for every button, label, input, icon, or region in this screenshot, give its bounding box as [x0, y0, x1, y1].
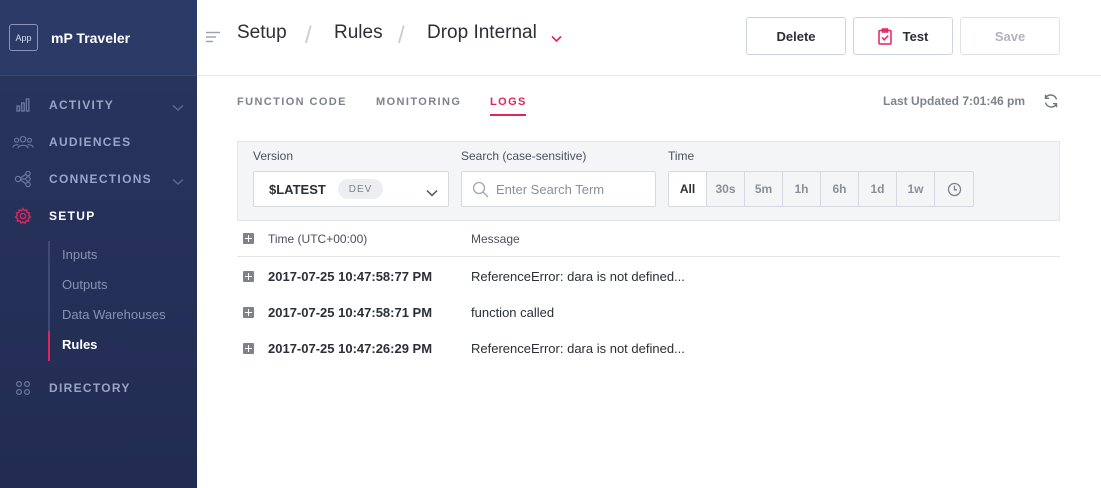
search-box	[461, 171, 656, 207]
nav-item-audiences[interactable]: AUDIENCES	[0, 130, 197, 154]
active-tab-indicator	[490, 114, 526, 116]
version-value: $LATEST	[269, 182, 326, 197]
chevron-down-icon[interactable]	[551, 30, 562, 48]
column-header-time: Time (UTC+00:00)	[268, 232, 368, 246]
log-message: ReferenceError: dara is not defined...	[471, 341, 685, 356]
version-label: Version	[253, 149, 294, 163]
expand-all-icon[interactable]	[243, 233, 254, 244]
log-message: function called	[471, 305, 555, 320]
test-button[interactable]: Test	[853, 17, 953, 55]
nav-item-activity[interactable]: ACTIVITY	[0, 93, 197, 117]
expand-row-icon[interactable]	[243, 307, 254, 318]
table-header-divider	[237, 256, 1060, 257]
chevron-down-icon	[172, 99, 184, 117]
breadcrumb-current-rule[interactable]: Drop Internal	[427, 22, 537, 44]
subnav-item-rules[interactable]: Rules	[62, 337, 97, 352]
log-time: 2017-07-25 10:47:58:71 PM	[268, 305, 433, 320]
log-time: 2017-07-25 10:47:58:77 PM	[268, 269, 433, 284]
nav-label: AUDIENCES	[49, 135, 132, 149]
version-select[interactable]: $LATEST DEV	[253, 171, 449, 207]
column-header-message: Message	[471, 232, 520, 246]
nav-item-connections[interactable]: CONNECTIONS	[0, 167, 197, 191]
log-time: 2017-07-25 10:47:26:29 PM	[268, 341, 433, 356]
people-icon	[12, 132, 34, 152]
search-label: Search (case-sensitive)	[461, 149, 587, 163]
breadcrumb-setup[interactable]: Setup	[237, 22, 287, 44]
app-switcher[interactable]: App mP Traveler	[0, 0, 197, 76]
search-input[interactable]	[496, 180, 651, 198]
app-badge: App	[9, 24, 38, 51]
clock-icon	[947, 182, 962, 197]
custom-time-button[interactable]	[935, 172, 973, 206]
tab-monitoring[interactable]: MONITORING	[376, 96, 461, 108]
breadcrumb-rules[interactable]: Rules	[334, 22, 383, 44]
environment-badge: DEV	[338, 179, 383, 199]
chevron-down-icon	[172, 173, 184, 191]
nav-label: DIRECTORY	[49, 381, 131, 395]
tab-function-code[interactable]: FUNCTION CODE	[237, 96, 347, 108]
time-option-all[interactable]: All	[669, 172, 707, 206]
chevron-down-icon	[426, 184, 438, 202]
subnav-active-indicator	[48, 331, 50, 361]
time-option-1h[interactable]: 1h	[783, 172, 821, 206]
clipboard-check-icon	[877, 27, 892, 45]
menu-icon[interactable]	[205, 30, 221, 48]
nav-label: ACTIVITY	[49, 98, 115, 112]
search-icon	[472, 181, 489, 203]
test-button-label: Test	[902, 28, 929, 44]
expand-row-icon[interactable]	[243, 271, 254, 282]
nav-item-directory[interactable]: DIRECTORY	[0, 376, 197, 400]
save-button[interactable]: Save	[960, 17, 1060, 55]
grid-icon	[12, 378, 34, 398]
delete-button[interactable]: Delete	[746, 17, 846, 55]
time-option-30s[interactable]: 30s	[707, 172, 745, 206]
sidebar: App mP Traveler ACTIVITY AUDIENCES CONNE…	[0, 0, 197, 488]
subnav-item-outputs[interactable]: Outputs	[62, 277, 108, 292]
time-range-selector: All 30s 5m 1h 6h 1d 1w	[668, 171, 974, 207]
last-updated-text: Last Updated 7:01:46 pm	[883, 94, 1026, 108]
connections-icon	[12, 169, 34, 189]
subnav-item-data-warehouses[interactable]: Data Warehouses	[62, 307, 166, 322]
time-option-1d[interactable]: 1d	[859, 172, 897, 206]
log-message: ReferenceError: dara is not defined...	[471, 269, 685, 284]
expand-row-icon[interactable]	[243, 343, 254, 354]
nav-label: CONNECTIONS	[49, 172, 152, 186]
time-option-6h[interactable]: 6h	[821, 172, 859, 206]
breadcrumb-separator: /	[305, 22, 312, 49]
time-option-1w[interactable]: 1w	[897, 172, 935, 206]
app-name: mP Traveler	[51, 29, 131, 46]
nav-item-setup[interactable]: SETUP	[0, 204, 197, 228]
time-label: Time	[668, 149, 695, 163]
gear-icon	[12, 206, 34, 226]
breadcrumb-separator: /	[398, 22, 405, 49]
nav-label: SETUP	[49, 209, 96, 223]
tab-logs[interactable]: LOGS	[490, 96, 527, 108]
bar-chart-icon	[12, 95, 34, 115]
refresh-icon[interactable]	[1042, 93, 1060, 114]
time-option-5m[interactable]: 5m	[745, 172, 783, 206]
subnav-item-inputs[interactable]: Inputs	[62, 247, 97, 262]
